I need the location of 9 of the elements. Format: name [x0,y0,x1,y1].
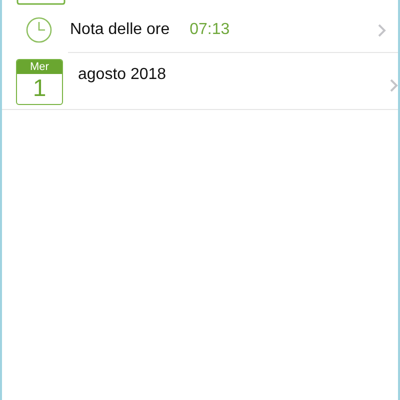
clock-icon [26,17,52,43]
row-title: Nota delle ore [70,20,170,40]
row-title: agosto 2018 [78,65,166,85]
weekday-label: Mer [17,60,62,74]
list-row[interactable]: Nota delle ore 07:13 [2,8,398,52]
day-number: 1 [32,74,48,104]
chevron-icon [378,24,386,36]
chevron-icon [390,79,398,92]
time-value: 07:13 [190,20,230,40]
